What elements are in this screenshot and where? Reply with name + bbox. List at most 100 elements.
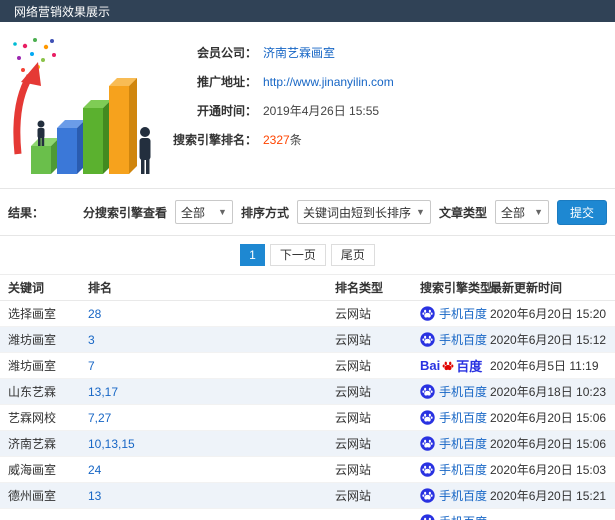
baidu-mobile-icon [420,332,435,347]
info-row-url: 推广地址： http://www.jinanyilin.com [161,67,394,96]
engine-cell: 手机百度 [420,513,490,520]
next-page-button[interactable]: 下一页 [270,244,326,266]
last-page-button[interactable]: 尾页 [331,244,375,266]
article-type-label: 文章类型 [439,204,487,221]
open-time-value: 2019年4月26日 15:55 [263,102,379,119]
company-value[interactable]: 济南艺霖画室 [263,44,335,61]
table-row: 德州画室 13 云网站 手机百度 2020年6月20日 15:21 [0,483,615,509]
engine-label[interactable]: 手机百度 [439,331,487,348]
keyword-cell: 德州画室 [8,487,88,504]
updated-cell: 2020年6月20日 15:06 [490,409,615,426]
sort-value: 关键词由短到长排序 [303,204,411,221]
engine-label[interactable]: 手机百度 [439,461,487,478]
col-engine-type: 搜索引擎类型 [420,279,490,296]
table-row: 潍坊画室 3 云网站 手机百度 2020年6月20日 15:12 [0,327,615,353]
sort-select[interactable]: 关键词由短到长排序 ▼ [297,200,431,224]
updated-cell: 2020年6月5日 11:19 [490,357,615,374]
filter-controls: 分搜索引擎查看 全部 ▼ 排序方式 关键词由短到长排序 ▼ 文章类型 全部 ▼ … [83,200,607,225]
engine-cell: Bai 百度 [420,356,490,375]
rank-type-cell: 云网站 [335,435,420,452]
engine-label[interactable]: 手机百度 [439,305,487,322]
chevron-down-icon: ▼ [416,207,425,217]
rank-type-cell: 云网站 [335,331,420,348]
article-type-select[interactable]: 全部 ▼ [495,200,549,224]
info-row-company: 会员公司： 济南艺霖画室 [161,38,394,67]
baidu-logo-cn: 百度 [456,356,482,375]
table-row: 潍坊画室 7 云网站 Bai 百度 2020年6月5日 11:19 [0,353,615,379]
keyword-cell: 艺霖网校 [8,409,88,426]
engine-cell: 手机百度 [420,383,490,400]
table-row: 选择画室 28 云网站 手机百度 2020年6月20日 15:20 [0,301,615,327]
keyword-cell: 潍坊画室 [8,357,88,374]
rank-type-cell: 云网站 [335,487,420,504]
header-bar: 网络营销效果展示 [0,0,615,22]
rank-cell[interactable]: 24 [88,463,335,477]
engine-cell: 手机百度 [420,305,490,322]
info-rows: 会员公司： 济南艺霖画室 推广地址： http://www.jinanyilin… [161,32,394,180]
rank-type-cell: 云网站 [335,305,420,322]
engine-filter-value: 全部 [181,204,205,221]
engine-filter-select[interactable]: 全部 ▼ [175,200,233,224]
baidu-mobile-icon [420,514,435,520]
rank-count-suffix: 条 [290,131,302,148]
businessman-figure [140,127,151,174]
engine-label[interactable]: 手机百度 [439,487,487,504]
updated-cell: 2020年6月20日 15:06 [490,435,615,452]
table-row: 济南艺霖 10,13,15 云网站 手机百度 2020年6月20日 15:06 [0,431,615,457]
baidu-mobile-icon [420,410,435,425]
rank-type-cell: 云网站 [335,461,420,478]
table-header: 关键词 排名 排名类型 搜索引擎类型 最新更新时间 [0,275,615,301]
engine-label[interactable]: 手机百度 [439,383,487,400]
article-type-value: 全部 [501,204,525,221]
updated-cell: 2020年6月18日 10:23 [490,383,615,400]
keyword-cell: 潍坊画室 [8,331,88,348]
col-rank-type: 排名类型 [335,279,420,296]
info-section: 会员公司： 济南艺霖画室 推广地址： http://www.jinanyilin… [0,22,615,188]
marketing-chart-image [5,32,157,180]
rank-type-cell: 云网站 [335,383,420,400]
rank-cell[interactable]: 13 [88,489,335,503]
engine-label[interactable]: 手机百度 [439,435,487,452]
baidu-mobile-icon [420,384,435,399]
engine-cell: 手机百度 [420,461,490,478]
rank-cell[interactable]: 7 [88,359,335,373]
engine-cell: 手机百度 [420,435,490,452]
rank-cell[interactable]: 3 [88,333,335,347]
keyword-cell: 选择画室 [8,305,88,322]
rank-cell[interactable]: 28 [88,307,335,321]
engine-cell: 手机百度 [420,487,490,504]
table-row: 山东艺霖 13,17 云网站 手机百度 2020年6月18日 10:23 [0,379,615,405]
rank-count-label: 搜索引擎排名： [161,131,257,148]
keyword-cell: 威海画室 [8,461,88,478]
chevron-down-icon: ▼ [218,207,227,217]
engine-filter-label: 分搜索引擎查看 [83,204,167,221]
engine-cell: 手机百度 [420,331,490,348]
url-value[interactable]: http://www.jinanyilin.com [263,75,394,89]
updated-cell: 2020年6月20日 15:20 [490,305,615,322]
pagination: 1 下一页 尾页 [0,236,615,274]
rank-cell[interactable]: 7,27 [88,411,335,425]
url-label: 推广地址： [161,73,257,90]
rank-type-cell: 云网站 [335,357,420,374]
rank-cell[interactable]: 10,13,15 [88,437,335,451]
updated-cell: 2020年6月20日 15:03 [490,461,615,478]
page: 网络营销效果展示 [0,0,615,520]
col-rank: 排名 [88,279,335,296]
company-label: 会员公司： [161,44,257,61]
engine-label[interactable]: 手机百度 [439,513,487,520]
rank-count-value: 2327 [263,133,290,147]
engine-label[interactable]: 手机百度 [439,409,487,426]
rank-cell[interactable]: 13,17 [88,385,335,399]
col-updated: 最新更新时间 [490,279,615,296]
table-row-partial: 手机百度 [0,509,615,520]
baidu-mobile-icon [420,462,435,477]
table-body: 选择画室 28 云网站 手机百度 2020年6月20日 15:20 潍坊画室 3… [0,301,615,520]
submit-button[interactable]: 提交 [557,200,607,225]
info-row-rank-count: 搜索引擎排名： 2327 条 [161,125,394,154]
baidu-logo[interactable]: Bai 百度 [420,356,482,375]
page-number-current[interactable]: 1 [240,244,265,266]
open-time-label: 开通时间： [161,102,257,119]
page-title: 网络营销效果展示 [14,3,110,20]
baidu-mobile-icon [420,306,435,321]
baidu-mobile-icon [420,436,435,451]
